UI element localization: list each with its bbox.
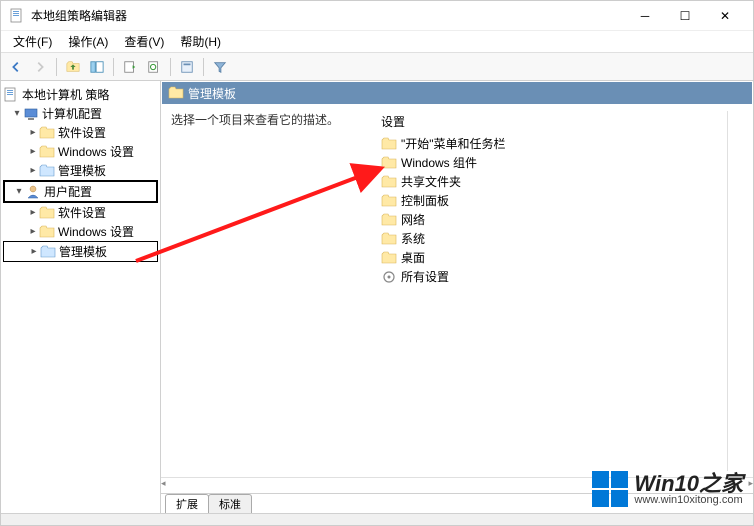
folder-icon [39, 224, 55, 240]
properties-button[interactable] [176, 56, 198, 78]
tab-extended[interactable]: 扩展 [165, 494, 209, 513]
settings-list: 设置 "开始"菜单和任务栏 Windows 组件 共享文件夹 控制面板 网络 系… [381, 111, 727, 471]
minimize-button[interactable]: ─ [625, 2, 665, 30]
caret-right-icon[interactable]: ▸ [27, 127, 39, 138]
settings-header: 设置 [381, 111, 727, 134]
caret-right-icon[interactable]: ▸ [27, 165, 39, 176]
tree-computer-config[interactable]: ▾ 计算机配置 [3, 104, 158, 123]
tree-cc-admin[interactable]: ▸ 管理模板 [3, 161, 158, 180]
tab-standard[interactable]: 标准 [208, 494, 252, 513]
item-label: 共享文件夹 [401, 173, 461, 190]
tree-uc-windows[interactable]: ▸ Windows 设置 [3, 222, 158, 241]
item-label: 网络 [401, 211, 425, 228]
tree-cc-software-label: 软件设置 [58, 124, 106, 141]
tree-computer-label: 计算机配置 [42, 105, 102, 122]
export-button[interactable] [119, 56, 141, 78]
show-hide-tree-button[interactable] [86, 56, 108, 78]
item-control-panel[interactable]: 控制面板 [381, 191, 727, 210]
item-shared-folders[interactable]: 共享文件夹 [381, 172, 727, 191]
item-all-settings[interactable]: 所有设置 [381, 267, 727, 286]
app-icon [9, 8, 25, 24]
folder-icon [39, 125, 55, 141]
folder-icon [381, 136, 397, 152]
caret-right-icon[interactable]: ▸ [28, 246, 40, 257]
item-label: 所有设置 [401, 268, 449, 285]
filter-button[interactable] [209, 56, 231, 78]
caret-right-icon[interactable]: ▸ [27, 226, 39, 237]
description-text: 选择一个项目来查看它的描述。 [171, 111, 371, 128]
tree-uc-admin[interactable]: ▸ 管理模板 [3, 241, 158, 262]
scroll-right-icon[interactable]: ▸ [748, 478, 753, 494]
item-network[interactable]: 网络 [381, 210, 727, 229]
folder-icon [381, 155, 397, 171]
folder-icon [381, 212, 397, 228]
tree-root[interactable]: 本地计算机 策略 [3, 85, 158, 104]
folder-icon [381, 193, 397, 209]
content-panel: 管理模板 选择一个项目来查看它的描述。 设置 "开始"菜单和任务栏 Window… [161, 81, 753, 513]
item-windows-components[interactable]: Windows 组件 [381, 153, 727, 172]
tree-root-label: 本地计算机 策略 [22, 86, 109, 103]
close-button[interactable]: ✕ [705, 2, 745, 30]
tree-cc-software[interactable]: ▸ 软件设置 [3, 123, 158, 142]
tree-cc-windows[interactable]: ▸ Windows 设置 [3, 142, 158, 161]
folder-icon [39, 144, 55, 160]
caret-right-icon[interactable]: ▸ [27, 207, 39, 218]
tree-uc-software[interactable]: ▸ 软件设置 [3, 203, 158, 222]
caret-down-icon[interactable]: ▾ [11, 108, 23, 119]
toolbar [1, 53, 753, 81]
item-label: 桌面 [401, 249, 425, 266]
folder-icon [381, 231, 397, 247]
scroll-left-icon[interactable]: ◂ [161, 478, 166, 494]
description-column: 选择一个项目来查看它的描述。 [171, 111, 381, 471]
folder-icon [39, 205, 55, 221]
item-label: 控制面板 [401, 192, 449, 209]
caret-down-icon[interactable]: ▾ [13, 186, 25, 197]
horizontal-scrollbar[interactable] [727, 111, 743, 471]
policy-icon [3, 87, 19, 103]
menu-help[interactable]: 帮助(H) [172, 31, 229, 52]
tree-cc-windows-label: Windows 设置 [58, 143, 134, 160]
content-header-title: 管理模板 [188, 85, 236, 102]
item-system[interactable]: 系统 [381, 229, 727, 248]
forward-button[interactable] [29, 56, 51, 78]
refresh-button[interactable] [143, 56, 165, 78]
user-icon [25, 184, 41, 200]
tree-panel[interactable]: 本地计算机 策略 ▾ 计算机配置 ▸ 软件设置 ▸ Windows 设置 ▸ 管… [1, 81, 161, 513]
folder-icon [381, 250, 397, 266]
folder-icon [381, 174, 397, 190]
windows-logo-icon [592, 471, 628, 507]
menubar: 文件(F) 操作(A) 查看(V) 帮助(H) [1, 31, 753, 53]
watermark: Win10之家 www.win10xitong.com [592, 471, 743, 507]
folder-icon [40, 244, 56, 260]
item-desktop[interactable]: 桌面 [381, 248, 727, 267]
back-button[interactable] [5, 56, 27, 78]
menu-view[interactable]: 查看(V) [116, 31, 172, 52]
titlebar: 本地组策略编辑器 ─ ☐ ✕ [1, 1, 753, 31]
folder-icon [168, 85, 184, 101]
computer-icon [23, 106, 39, 122]
watermark-url: www.win10xitong.com [634, 495, 743, 506]
up-button[interactable] [62, 56, 84, 78]
caret-right-icon[interactable]: ▸ [27, 146, 39, 157]
tree-uc-admin-label: 管理模板 [59, 243, 107, 260]
tree-user-label: 用户配置 [44, 183, 92, 200]
tree-cc-admin-label: 管理模板 [58, 162, 106, 179]
tree-user-config[interactable]: ▾ 用户配置 [3, 180, 158, 203]
gear-icon [381, 269, 397, 285]
folder-icon [39, 163, 55, 179]
tree-uc-windows-label: Windows 设置 [58, 223, 134, 240]
maximize-button[interactable]: ☐ [665, 2, 705, 30]
menu-file[interactable]: 文件(F) [5, 31, 60, 52]
window-title: 本地组策略编辑器 [31, 7, 625, 24]
menu-action[interactable]: 操作(A) [60, 31, 116, 52]
tree-uc-software-label: 软件设置 [58, 204, 106, 221]
content-header: 管理模板 [162, 82, 752, 104]
status-bar [1, 513, 753, 525]
watermark-title: Win10之家 [634, 473, 743, 495]
item-label: "开始"菜单和任务栏 [401, 135, 506, 152]
item-label: Windows 组件 [401, 154, 477, 171]
item-label: 系统 [401, 230, 425, 247]
item-start-menu[interactable]: "开始"菜单和任务栏 [381, 134, 727, 153]
